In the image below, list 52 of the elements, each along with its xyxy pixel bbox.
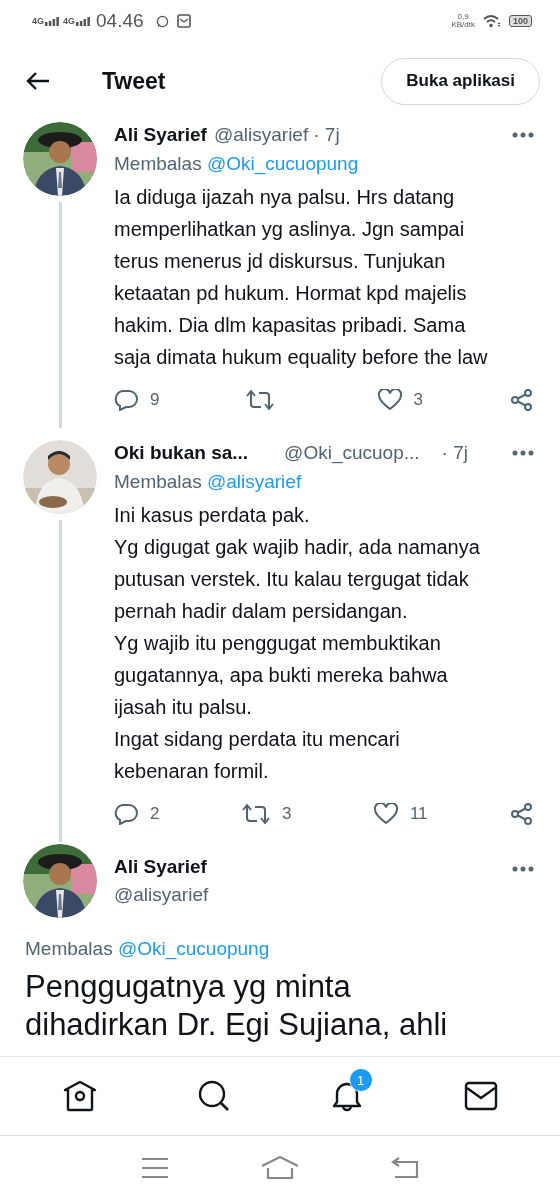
mention-link[interactable]: @alisyarief [206, 471, 302, 492]
wifi-icon [482, 14, 501, 28]
network-label: 4G [32, 16, 44, 26]
reply-count: 2 [150, 804, 160, 824]
author-handle: @alisyarief [213, 124, 309, 146]
speed-value: 0,9 [457, 13, 469, 21]
tweet-text: Ini kasus perdata pak. Yg digugat gak wajib hadir, ada namanya putusan verstek. Itu kalau tergugat tidak pernah hadir dalam persidangan. Yg wajib itu penggugat membuktikan gugatannya, apa bukti mereka bahwa ijasah itu palsu. Ingat sidang perdata itu mencari kebenaran formil. [114, 503, 481, 784]
more-icon[interactable] [512, 450, 534, 456]
mail-icon[interactable] [463, 1081, 498, 1111]
back-icon[interactable] [26, 71, 50, 91]
tweet-text: Ia diduga ijazah nya palsu. Hrs datang memperlihatkan yg aslinya. Jgn sampai terus menerus jd diskursus. Tunjukan ketaatan pd hukum. Hormat kpd majelis hakim. Dia dlm kapasitas pribadi. Sama saja dimata hukum equality before the law [114, 185, 489, 370]
tweet-time: · 7j [313, 124, 341, 146]
reply-count: 9 [150, 390, 160, 410]
signal-icon [45, 17, 59, 26]
chat-icon [155, 14, 169, 28]
reply-icon[interactable] [114, 803, 138, 825]
home-icon[interactable] [62, 1080, 97, 1112]
battery-level: 100 [508, 15, 532, 27]
share-icon[interactable] [510, 389, 534, 411]
author-name: Ali Syarief [114, 856, 208, 878]
mention-link[interactable]: @Oki_cucuopung [206, 153, 359, 174]
search-icon[interactable] [197, 1080, 230, 1112]
like-count: 3 [413, 390, 423, 410]
heart-icon[interactable] [377, 389, 402, 411]
like-count: 11 [409, 804, 428, 824]
share-icon[interactable] [510, 803, 534, 825]
retweet-count: 3 [281, 804, 292, 824]
open-app-button[interactable]: Buka aplikasi [381, 57, 540, 105]
notification-badge: 1 [348, 1068, 373, 1092]
clock: 04.46 [96, 10, 144, 32]
retweet-icon[interactable] [241, 803, 270, 825]
reply-icon[interactable] [114, 389, 138, 411]
replying-to-text: Membalas @alisyarief [114, 471, 303, 493]
heart-icon[interactable] [373, 803, 398, 825]
mail-icon [176, 14, 191, 28]
more-icon[interactable] [512, 866, 534, 872]
menu-icon[interactable] [141, 1157, 169, 1179]
author-name: Oki bukan sa... [114, 442, 249, 464]
more-icon[interactable] [512, 132, 534, 138]
author-handle: @alisyarief [114, 884, 210, 906]
retweet-icon[interactable] [246, 389, 275, 411]
author-handle: @Oki_cucuop... [284, 442, 420, 464]
mention-link[interactable]: @Oki_cucuopung [117, 938, 270, 959]
tweet-text: Penggugatnya yg minta dihadirkan Dr. Egi Sujiana, ahli [25, 968, 449, 1044]
replying-to-text: Membalas @Oki_cucuopung [25, 938, 271, 960]
page-title: Tweet [102, 67, 167, 95]
author-name: Ali Syarief [114, 124, 207, 146]
replying-to-text: Membalas @Oki_cucuopung [114, 153, 360, 175]
signal-icon [76, 17, 91, 26]
network-label: 4G [63, 16, 76, 26]
tweet-time: · 7j [441, 442, 469, 464]
speed-unit: KB/dtk [451, 21, 475, 29]
